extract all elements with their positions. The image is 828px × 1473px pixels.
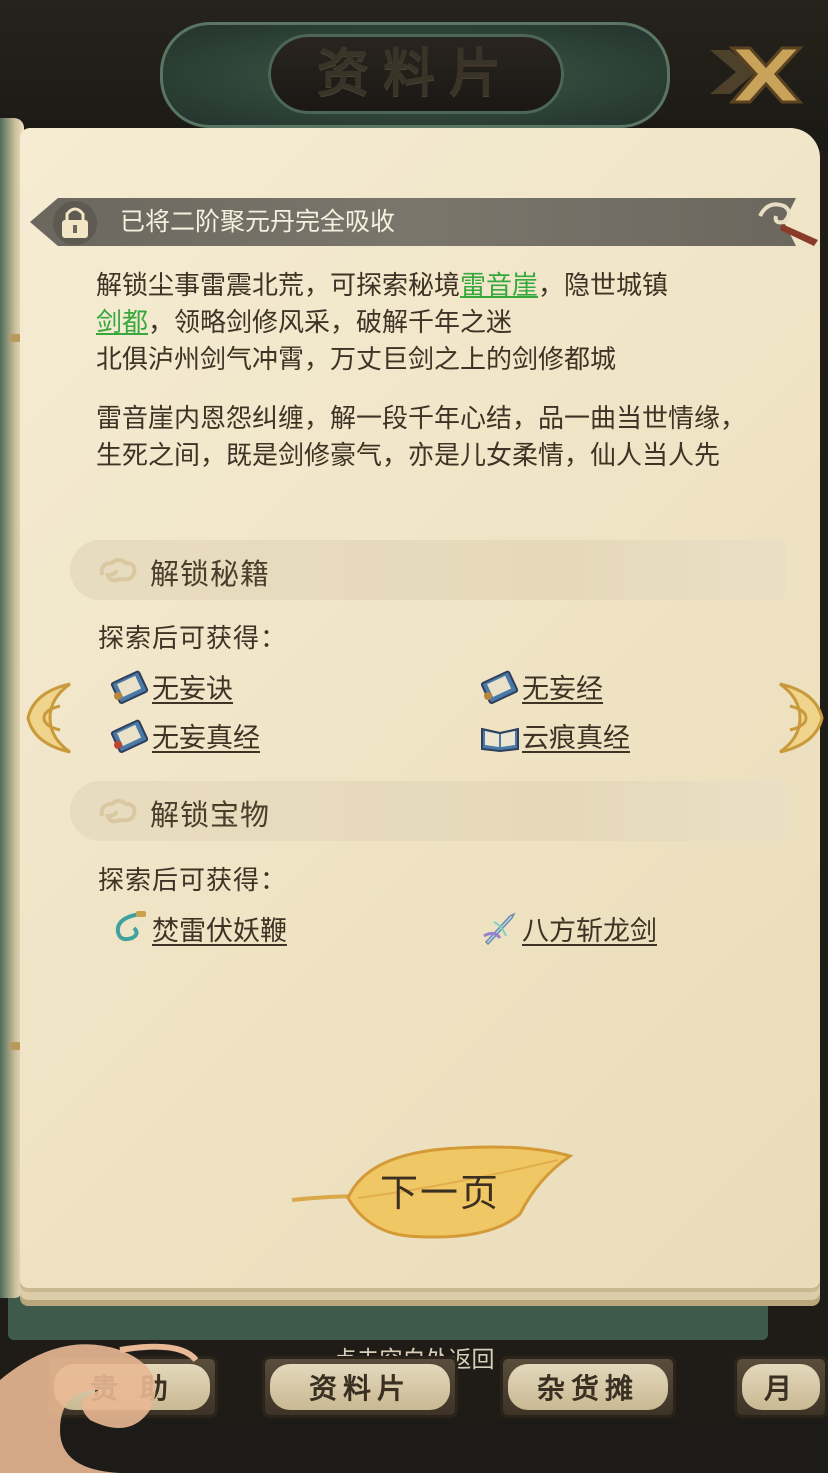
section-subtitle: 探索后可获得： bbox=[98, 624, 288, 654]
desc-text: 雷音崖内恩怨纠缠，解一段千年心结，品一曲当世情缘，生死之间，既是剑修豪气，亦是儿… bbox=[96, 404, 747, 471]
item-label: 无妄诀 bbox=[152, 673, 233, 705]
tab-label: 杂货摊 bbox=[508, 1364, 668, 1410]
desc-text: ，领略剑修风采，破解千年之迷 bbox=[148, 308, 513, 338]
desc-text: ，隐世城镇 bbox=[538, 271, 669, 301]
tab-label: 月 bbox=[742, 1364, 820, 1410]
section-title: 解锁宝物 bbox=[150, 798, 271, 832]
location-link-jiandu[interactable]: 剑都 bbox=[96, 308, 148, 338]
scroll-book-icon bbox=[110, 670, 149, 704]
cloud-swirl-decoration-icon bbox=[0, 1343, 199, 1473]
tab-monthly[interactable]: 月 bbox=[734, 1356, 828, 1418]
item-wuwangjue[interactable]: 无妄诀 bbox=[110, 666, 233, 706]
lock-icon bbox=[53, 201, 97, 245]
section-title: 解锁秘籍 bbox=[150, 557, 271, 591]
item-label: 无妄经 bbox=[522, 673, 603, 705]
next-page-label: 下一页 bbox=[379, 1171, 500, 1215]
item-bafangzhanlongjian[interactable]: 八方斩龙剑 bbox=[480, 908, 657, 948]
open-book-icon bbox=[481, 727, 519, 753]
description-paragraph-1: 解锁尘事雷震北荒，可探索秘境雷音崖，隐世城镇 剑都，领略剑修风采，破解千年之迷 … bbox=[96, 268, 766, 379]
item-wuwangzhenjing[interactable]: 无妄真经 bbox=[110, 715, 260, 755]
scroll-curl-icon bbox=[758, 202, 818, 246]
next-page-arrow-icon[interactable] bbox=[772, 678, 828, 758]
desc-text: 解锁尘事雷震北荒，可探索秘境 bbox=[96, 271, 461, 301]
description-paragraph-2: 雷音崖内恩怨纠缠，解一段千年心结，品一曲当世情缘，生死之间，既是剑修豪气，亦是儿… bbox=[96, 401, 766, 475]
cloud-icon bbox=[99, 799, 137, 824]
status-text: 已将二阶聚元丹完全吸收 bbox=[120, 207, 396, 236]
close-icon[interactable] bbox=[706, 40, 806, 112]
item-wuwangjing[interactable]: 无妄经 bbox=[480, 666, 603, 706]
item-label: 无妄真经 bbox=[152, 722, 260, 754]
page-title: 资料片 bbox=[316, 43, 515, 104]
previous-page-arrow-icon[interactable] bbox=[20, 678, 78, 758]
sword-icon bbox=[483, 912, 516, 946]
item-label: 云痕真经 bbox=[522, 722, 630, 754]
tab-general-store[interactable]: 杂货摊 bbox=[500, 1356, 676, 1418]
item-label: 八方斩龙剑 bbox=[522, 915, 657, 947]
cloud-icon bbox=[99, 558, 137, 583]
location-link-leiyinya[interactable]: 雷音崖 bbox=[460, 271, 538, 301]
desc-text: 北俱泸州剑气冲霄，万丈巨剑之上的剑修都城 bbox=[96, 345, 617, 375]
tab-label: 资料片 bbox=[270, 1364, 450, 1410]
section-subtitle: 探索后可获得： bbox=[98, 866, 288, 896]
whip-icon bbox=[115, 911, 146, 942]
item-label: 焚雷伏妖鞭 bbox=[152, 915, 287, 947]
scroll-book-icon bbox=[110, 719, 149, 753]
item-yunhenzhenjing[interactable]: 云痕真经 bbox=[480, 715, 630, 755]
scroll-book-icon bbox=[480, 670, 519, 704]
tab-expansion[interactable]: 资料片 bbox=[262, 1356, 458, 1418]
item-fenleifuyaobian[interactable]: 焚雷伏妖鞭 bbox=[110, 908, 287, 948]
